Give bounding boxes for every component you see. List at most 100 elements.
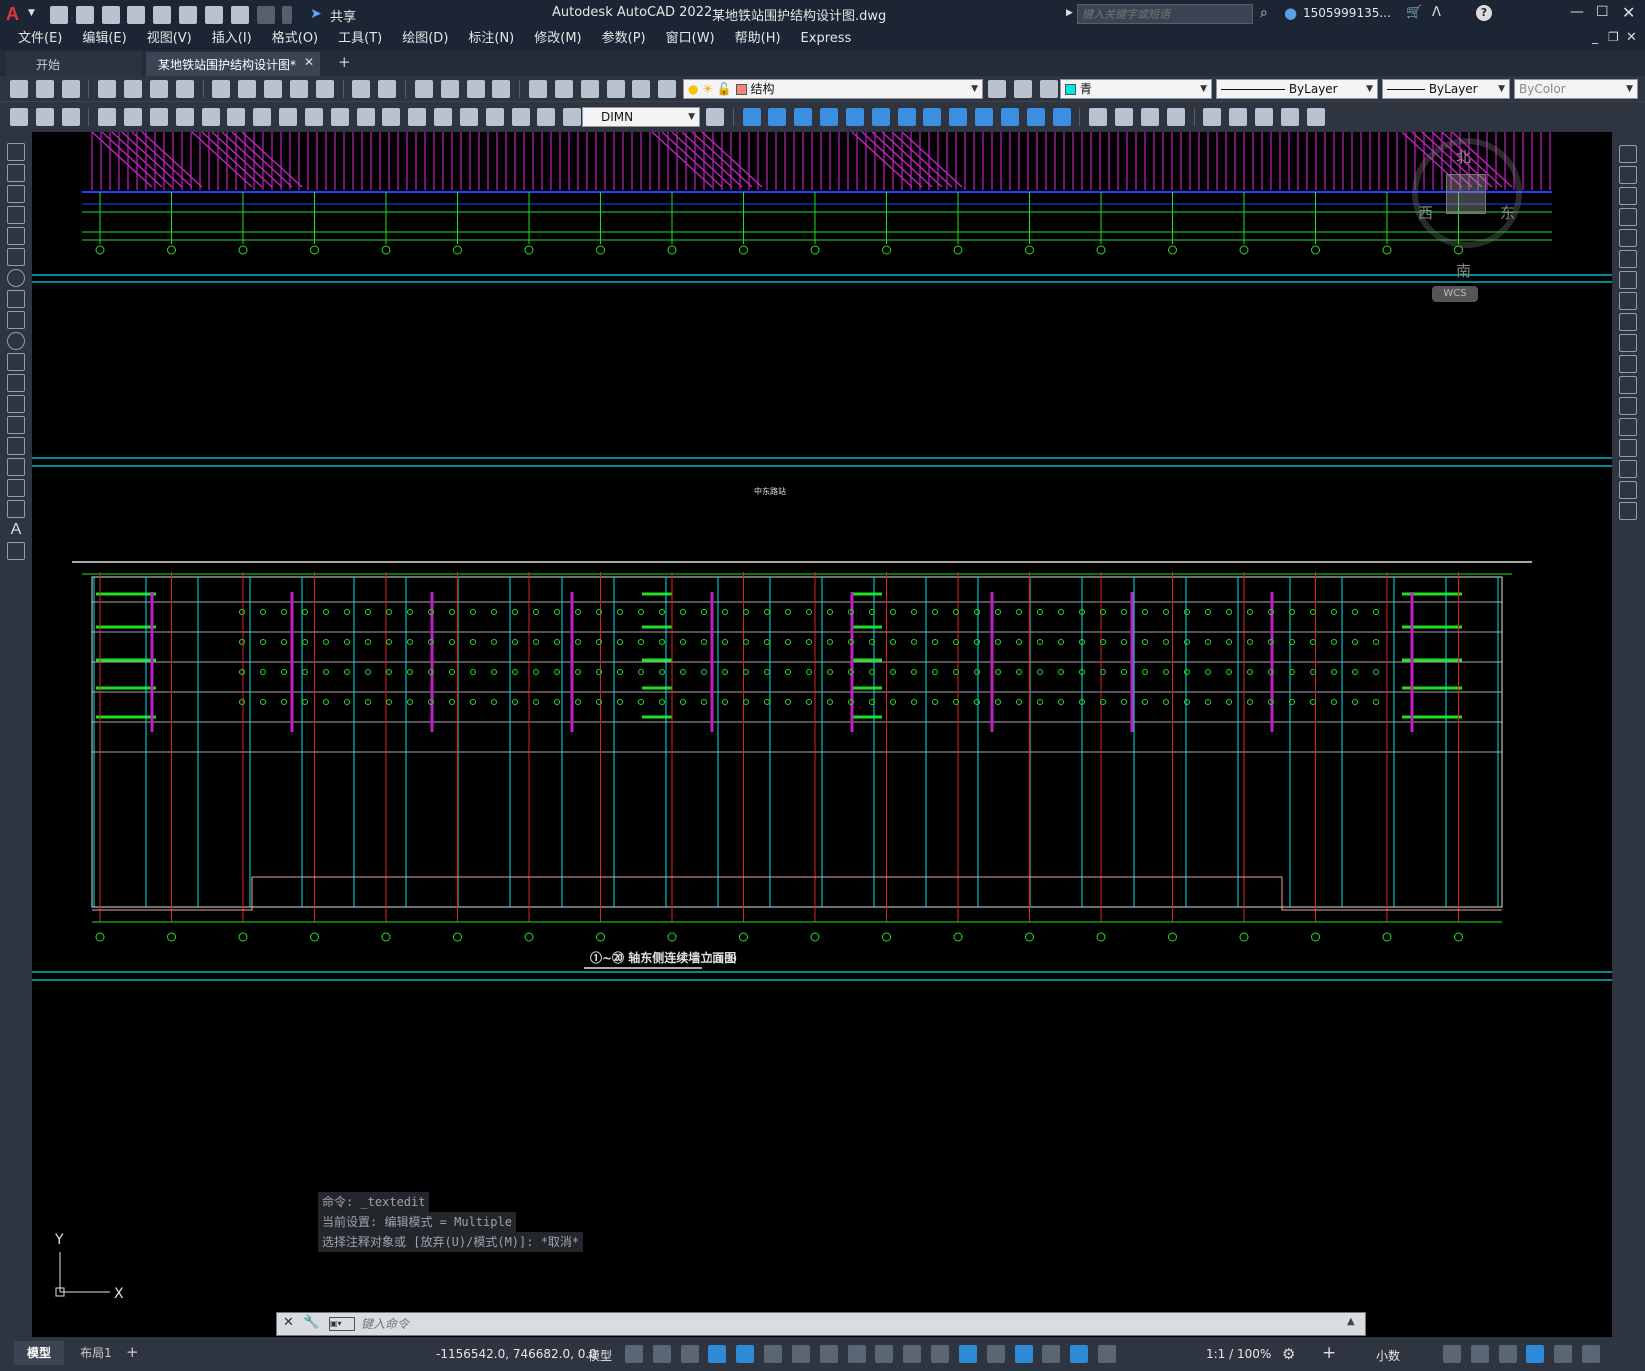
app-menu-arrow-icon[interactable]: ▼: [28, 8, 35, 18]
angular-dim-icon[interactable]: [279, 108, 298, 126]
user-icon[interactable]: ●: [1284, 4, 1297, 22]
hatch-icon[interactable]: [7, 437, 25, 455]
tab-active-drawing[interactable]: 某地铁站围护结构设计图* ✕: [146, 52, 320, 76]
tolerance-icon[interactable]: [434, 108, 453, 126]
help-icon[interactable]: ?: [1476, 5, 1492, 21]
dim-text-edit-icon[interactable]: [563, 108, 582, 126]
coordinates-readout[interactable]: -1156542.0, 746682.0, 0.0: [436, 1347, 597, 1361]
menu-item[interactable]: 编辑(E): [72, 28, 136, 50]
menu-item[interactable]: 格式(O): [262, 28, 328, 50]
customize-qat-icon[interactable]: [282, 6, 293, 24]
dynamic-ucs-icon[interactable]: [986, 1345, 1005, 1363]
offset-icon[interactable]: [1619, 208, 1637, 226]
compass-east[interactable]: 东: [1500, 202, 1515, 223]
dim-space-icon[interactable]: [382, 108, 401, 126]
save-web-icon[interactable]: [179, 6, 198, 24]
baseline-dim-icon[interactable]: [330, 108, 349, 126]
stretch-icon[interactable]: [949, 108, 968, 126]
menu-item[interactable]: Express: [791, 28, 862, 50]
line-icon[interactable]: [7, 143, 25, 161]
menu-item[interactable]: 文件(E): [8, 28, 72, 50]
search-input[interactable]: [1077, 4, 1253, 24]
tab-close-icon[interactable]: ✕: [304, 55, 314, 69]
command-recent-icon[interactable]: ▣▾: [329, 1317, 355, 1331]
snap-icon[interactable]: [652, 1345, 671, 1363]
blend-curves-icon[interactable]: [1619, 481, 1637, 499]
redo-icon[interactable]: [256, 6, 275, 24]
search-expand-icon[interactable]: ▶: [1066, 8, 1073, 18]
rotate-icon[interactable]: [897, 108, 916, 126]
dim-style-icon[interactable]: [35, 108, 54, 126]
center-mark-icon[interactable]: [459, 108, 478, 126]
inspection-icon[interactable]: [485, 108, 504, 126]
open-icon[interactable]: [35, 80, 54, 98]
table-icon[interactable]: [7, 500, 25, 518]
close-icon[interactable]: ✕: [1622, 3, 1635, 22]
ortho-icon[interactable]: [736, 1345, 755, 1363]
workspace-gear-icon[interactable]: ⚙: [1282, 1345, 1295, 1363]
save-as-icon[interactable]: [127, 6, 146, 24]
redo-icon[interactable]: [378, 80, 397, 98]
rectangle-icon[interactable]: [7, 227, 25, 245]
share-icon[interactable]: ➤: [310, 6, 322, 22]
aligned-dim-icon[interactable]: [124, 108, 143, 126]
new-icon[interactable]: [50, 6, 68, 24]
share-button[interactable]: 共享: [330, 6, 356, 25]
extend-icon[interactable]: [1619, 355, 1637, 373]
new-icon[interactable]: [10, 80, 28, 98]
linear-dim-icon[interactable]: [98, 108, 117, 126]
selection-cycling-icon[interactable]: [931, 1345, 950, 1363]
dim-update-icon[interactable]: [10, 108, 28, 126]
break-at-point-icon[interactable]: [1619, 376, 1637, 394]
explode-icon[interactable]: [1166, 108, 1185, 126]
plotstyle-dropdown[interactable]: ByColor ▼: [1514, 79, 1638, 99]
blend-icon[interactable]: [1140, 108, 1159, 126]
explode-icon[interactable]: [1619, 502, 1637, 520]
linetype-dropdown[interactable]: ByLayer ▼: [1216, 79, 1378, 99]
bring-front-icon[interactable]: [1229, 108, 1248, 126]
menu-item[interactable]: 绘图(D): [392, 28, 458, 50]
region-icon[interactable]: [7, 479, 25, 497]
trim-icon[interactable]: [975, 108, 994, 126]
save-icon[interactable]: [61, 80, 80, 98]
minimize-icon[interactable]: —: [1570, 4, 1584, 20]
insert-block-icon[interactable]: [7, 374, 25, 392]
scale-icon[interactable]: [923, 108, 942, 126]
cut-icon[interactable]: [212, 80, 231, 98]
point-icon[interactable]: [7, 416, 25, 434]
block-editor-icon[interactable]: [315, 80, 334, 98]
3d-osnap-icon[interactable]: [958, 1345, 977, 1363]
command-input[interactable]: [361, 1315, 1341, 1333]
fillet-icon[interactable]: [1619, 460, 1637, 478]
command-scroll-icon[interactable]: ▲: [1347, 1316, 1355, 1327]
make-current-layer-icon[interactable]: [988, 80, 1006, 98]
menu-item[interactable]: 修改(M): [524, 28, 591, 50]
chamfer-icon[interactable]: [1619, 439, 1637, 457]
model-space-button[interactable]: 模型: [588, 1347, 612, 1364]
dim-style-manager-icon[interactable]: [706, 108, 724, 126]
construction-line-icon[interactable]: [7, 164, 25, 182]
selection-filter-icon[interactable]: [1014, 1345, 1033, 1363]
open-web-icon[interactable]: [153, 6, 172, 24]
layer-previous-icon[interactable]: [1013, 80, 1032, 98]
radius-dim-icon[interactable]: [201, 108, 220, 126]
scale-icon[interactable]: [1619, 292, 1637, 310]
break-icon[interactable]: [1026, 108, 1045, 126]
array-icon[interactable]: [845, 108, 864, 126]
layer-dropdown[interactable]: ● ☀ 🔓 结构 ▼: [683, 79, 983, 99]
object-snap-tracking-icon[interactable]: [819, 1345, 838, 1363]
dynamic-input-icon[interactable]: [708, 1345, 727, 1363]
new-tab-icon[interactable]: +: [338, 53, 351, 71]
markup-icon[interactable]: [632, 80, 651, 98]
doc-minimize-icon[interactable]: _: [1592, 30, 1598, 44]
copy-object-icon[interactable]: [1619, 166, 1637, 184]
plot-icon[interactable]: [98, 80, 117, 98]
3d-print-icon[interactable]: [175, 80, 194, 98]
diameter-dim-icon[interactable]: [253, 108, 272, 126]
rotate-icon[interactable]: [1619, 271, 1637, 289]
join-icon[interactable]: [1052, 108, 1071, 126]
viewcube[interactable]: 北 东 西 南: [1412, 138, 1522, 280]
menu-item[interactable]: 标注(N): [458, 28, 524, 50]
paste-icon[interactable]: [264, 80, 283, 98]
ellipse-icon[interactable]: [7, 332, 25, 350]
